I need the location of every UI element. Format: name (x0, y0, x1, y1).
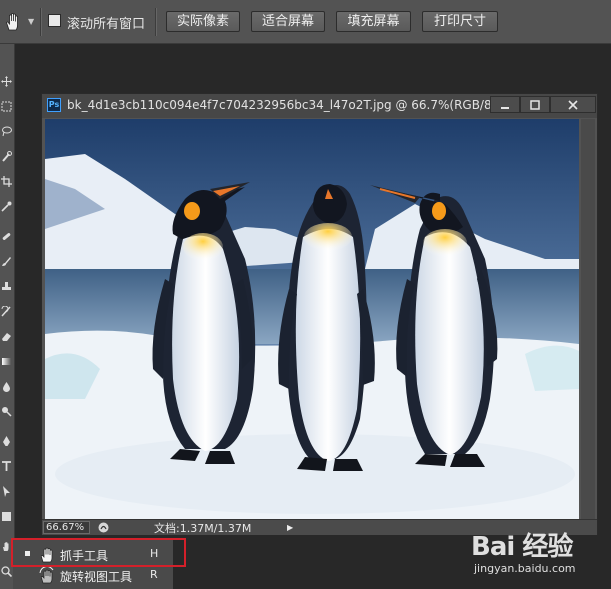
gradient-tool-icon[interactable] (1, 356, 12, 367)
status-menu-arrow-icon[interactable]: ▶ (287, 523, 293, 532)
document-title-bar[interactable]: Ps bk_4d1e3cb110c094e4f7c704232956bc34_l… (42, 94, 597, 118)
scroll-all-windows-label: 滚动所有窗口 (67, 17, 146, 32)
document-window: Ps bk_4d1e3cb110c094e4f7c704232956bc34_l… (41, 93, 598, 535)
tool-flyout-menu: 抓手工具 H 旋转视图工具 R (13, 540, 173, 589)
flyout-item-label: 抓手工具 (60, 549, 109, 563)
fill-screen-button[interactable]: 填充屏幕 (336, 11, 411, 32)
zoom-level-field[interactable]: 66.67% (43, 521, 90, 534)
vertical-scrollbar[interactable] (581, 119, 595, 519)
brush-tool-icon[interactable] (1, 256, 12, 267)
options-divider (40, 8, 42, 36)
crop-tool-icon[interactable] (1, 176, 12, 187)
scroll-all-windows-checkbox[interactable] (48, 14, 61, 27)
watermark-url: jingyan.baidu.com (474, 562, 576, 575)
options-divider (155, 8, 157, 36)
maximize-button[interactable] (520, 96, 550, 113)
flyout-item-label: 旋转视图工具 (60, 570, 133, 584)
penguins-photo (45, 119, 579, 519)
rotate-view-icon (39, 567, 54, 584)
maximize-icon (530, 100, 540, 110)
active-bullet (25, 551, 30, 556)
dodge-tool-icon[interactable] (1, 406, 12, 417)
close-icon (568, 100, 578, 110)
path-selection-tool-icon[interactable] (1, 486, 12, 497)
hand-tool-icon[interactable] (1, 541, 12, 552)
close-button[interactable] (550, 96, 596, 113)
eyedropper-tool-icon[interactable] (1, 201, 12, 212)
flyout-item-shortcut: R (150, 568, 158, 581)
history-brush-tool-icon[interactable] (1, 306, 12, 317)
eraser-tool-icon[interactable] (1, 331, 12, 342)
tool-preset-caret-icon[interactable]: ▼ (28, 17, 34, 26)
flyout-item-shortcut: H (150, 547, 159, 560)
zoom-tool-icon[interactable] (1, 566, 12, 577)
flyout-item-rotate-view-tool[interactable]: 旋转视图工具 R (13, 565, 173, 587)
options-bar: ▼ 滚动所有窗口 实际像素 适合屏幕 填充屏幕 打印尺寸 (0, 0, 611, 44)
type-tool-icon[interactable] (1, 461, 12, 472)
shape-tool-icon[interactable] (1, 511, 12, 522)
fit-screen-button[interactable]: 适合屏幕 (251, 11, 325, 32)
actual-pixels-button[interactable]: 实际像素 (166, 11, 240, 32)
document-size-info: 文档:1.37M/1.37M (154, 522, 252, 535)
blur-tool-icon[interactable] (1, 381, 12, 392)
flyout-item-hand-tool[interactable]: 抓手工具 H (13, 544, 173, 566)
move-tool-icon[interactable] (1, 76, 12, 87)
print-size-button[interactable]: 打印尺寸 (422, 11, 498, 32)
status-bar: 66.67% 文档:1.37M/1.37M ▶ (42, 519, 597, 535)
quick-select-tool-icon[interactable] (1, 151, 12, 162)
hand-icon (41, 547, 53, 563)
minimize-button[interactable] (490, 96, 520, 113)
photoshop-icon: Ps (47, 98, 61, 112)
lasso-tool-icon[interactable] (1, 126, 12, 137)
hand-icon[interactable] (2, 11, 24, 33)
minimize-icon (501, 107, 509, 109)
marquee-tool-icon[interactable] (1, 101, 12, 112)
status-info-icon[interactable] (98, 522, 109, 533)
document-title: bk_4d1e3cb110c094e4f7c704232956bc34_l47o… (67, 98, 507, 112)
image-canvas[interactable] (45, 119, 579, 519)
tools-panel (0, 44, 15, 589)
pen-tool-icon[interactable] (1, 436, 12, 447)
healing-brush-tool-icon[interactable] (1, 231, 12, 242)
clone-stamp-tool-icon[interactable] (1, 281, 12, 292)
